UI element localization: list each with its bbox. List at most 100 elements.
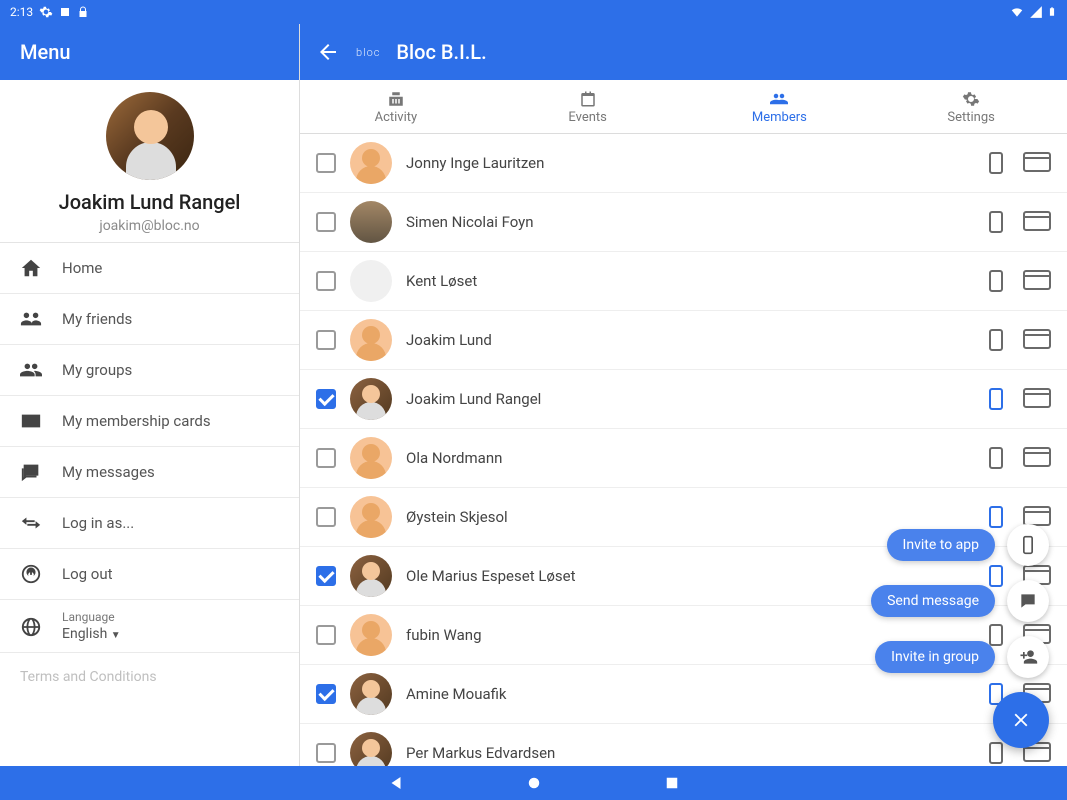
member-avatar[interactable] [350,614,392,656]
sidebar-item-label: Log in as... [62,514,134,532]
tab-events[interactable]: Events [492,80,684,133]
tab-settings[interactable]: Settings [875,80,1067,133]
wifi-icon [1009,5,1025,19]
card-icon[interactable] [1023,506,1051,526]
sidebar-item-label: My messages [62,463,155,481]
member-checkbox[interactable] [316,330,336,350]
member-checkbox[interactable] [316,212,336,232]
sidebar: Menu Joakim Lund Rangel joakim@bloc.no H… [0,24,300,766]
member-checkbox[interactable] [316,389,336,409]
member-avatar[interactable] [350,319,392,361]
fab-label[interactable]: Invite to app [887,529,995,561]
tab-label: Members [752,110,807,125]
member-avatar[interactable] [350,437,392,479]
sidebar-item-messages[interactable]: My messages [0,447,299,498]
member-actions [989,270,1051,292]
member-avatar[interactable] [350,142,392,184]
profile-section: Joakim Lund Rangel joakim@bloc.no [0,80,299,243]
member-row[interactable]: Jonny Inge Lauritzen [300,134,1067,193]
card-icon[interactable] [1023,329,1051,349]
member-avatar[interactable] [350,378,392,420]
fab-group: Invite to app Send message Invite in group [871,524,1049,748]
sidebar-item-terms[interactable]: Terms and Conditions [0,653,299,701]
card-icon[interactable] [1023,152,1051,172]
tab-label: Events [568,110,606,125]
phone-icon[interactable] [989,388,1003,410]
member-checkbox[interactable] [316,684,336,704]
sidebar-item-label: My membership cards [62,412,211,430]
sidebar-item-language[interactable]: LanguageEnglish ▼ [0,600,299,653]
member-row[interactable]: Joakim Lund [300,311,1067,370]
member-actions [989,211,1051,233]
phone-icon[interactable] [989,270,1003,292]
phone-icon[interactable] [989,447,1003,469]
tab-members[interactable]: Members [684,80,876,133]
sidebar-item-groups[interactable]: My groups [0,345,299,396]
card-icon[interactable] [1023,270,1051,290]
content-header: bloc Bloc B.I.L. [300,24,1067,80]
card-icon[interactable] [1023,447,1051,467]
member-actions [989,388,1051,410]
member-name: Joakim Lund [406,331,975,349]
fab-label[interactable]: Send message [871,585,995,617]
fab-action-chat: Send message [871,580,1049,622]
member-name: Joakim Lund Rangel [406,390,975,408]
fab-close-button[interactable] [993,692,1049,748]
member-actions [989,329,1051,351]
member-checkbox[interactable] [316,566,336,586]
member-checkbox[interactable] [316,743,336,763]
member-avatar[interactable] [350,555,392,597]
language-value: English ▼ [62,626,121,642]
member-row[interactable]: Joakim Lund Rangel [300,370,1067,429]
sidebar-item-logout[interactable]: Log out [0,549,299,600]
swap-icon [20,512,42,534]
signal-icon [1029,5,1043,19]
nav-home-icon[interactable] [525,774,543,792]
member-name: Simen Nicolai Foyn [406,213,975,231]
logout-icon [20,563,42,585]
member-actions [989,152,1051,174]
profile-avatar[interactable] [106,92,194,180]
fab-mini-button[interactable] [1007,580,1049,622]
member-avatar[interactable] [350,496,392,538]
page-title: Bloc B.I.L. [396,40,486,64]
sidebar-item-swap[interactable]: Log in as... [0,498,299,549]
member-row[interactable]: Kent Løset [300,252,1067,311]
member-avatar[interactable] [350,673,392,715]
sidebar-item-friends[interactable]: My friends [0,294,299,345]
phone-icon[interactable] [989,152,1003,174]
home-icon [20,257,42,279]
sidebar-item-card[interactable]: My membership cards [0,396,299,447]
square-icon [59,6,71,18]
nav-back-icon[interactable] [387,774,405,792]
member-avatar[interactable] [350,732,392,766]
chat-icon [1018,591,1038,611]
member-checkbox[interactable] [316,271,336,291]
menu-list: HomeMy friendsMy groups My membership car… [0,243,299,766]
sidebar-item-home[interactable]: Home [0,243,299,294]
member-checkbox[interactable] [316,153,336,173]
member-row[interactable]: Simen Nicolai Foyn [300,193,1067,252]
nav-recent-icon[interactable] [663,774,681,792]
phone-icon[interactable] [989,329,1003,351]
member-checkbox[interactable] [316,507,336,527]
card-icon[interactable] [1023,211,1051,231]
android-status-bar: 2:13 [0,0,1067,24]
member-name: Jonny Inge Lauritzen [406,154,975,172]
android-nav-bar [0,766,1067,800]
fab-mini-button[interactable] [1007,636,1049,678]
phone-icon[interactable] [989,211,1003,233]
fab-mini-button[interactable] [1007,524,1049,566]
member-row[interactable]: Ola Nordmann [300,429,1067,488]
members-icon [770,90,788,108]
member-avatar[interactable] [350,260,392,302]
groups-icon [20,359,42,381]
fab-label[interactable]: Invite in group [875,641,995,673]
member-checkbox[interactable] [316,625,336,645]
member-checkbox[interactable] [316,448,336,468]
fab-action-phone: Invite to app [887,524,1049,566]
member-avatar[interactable] [350,201,392,243]
back-arrow-icon[interactable] [316,40,340,64]
tab-activity[interactable]: Activity [300,80,492,133]
card-icon[interactable] [1023,388,1051,408]
